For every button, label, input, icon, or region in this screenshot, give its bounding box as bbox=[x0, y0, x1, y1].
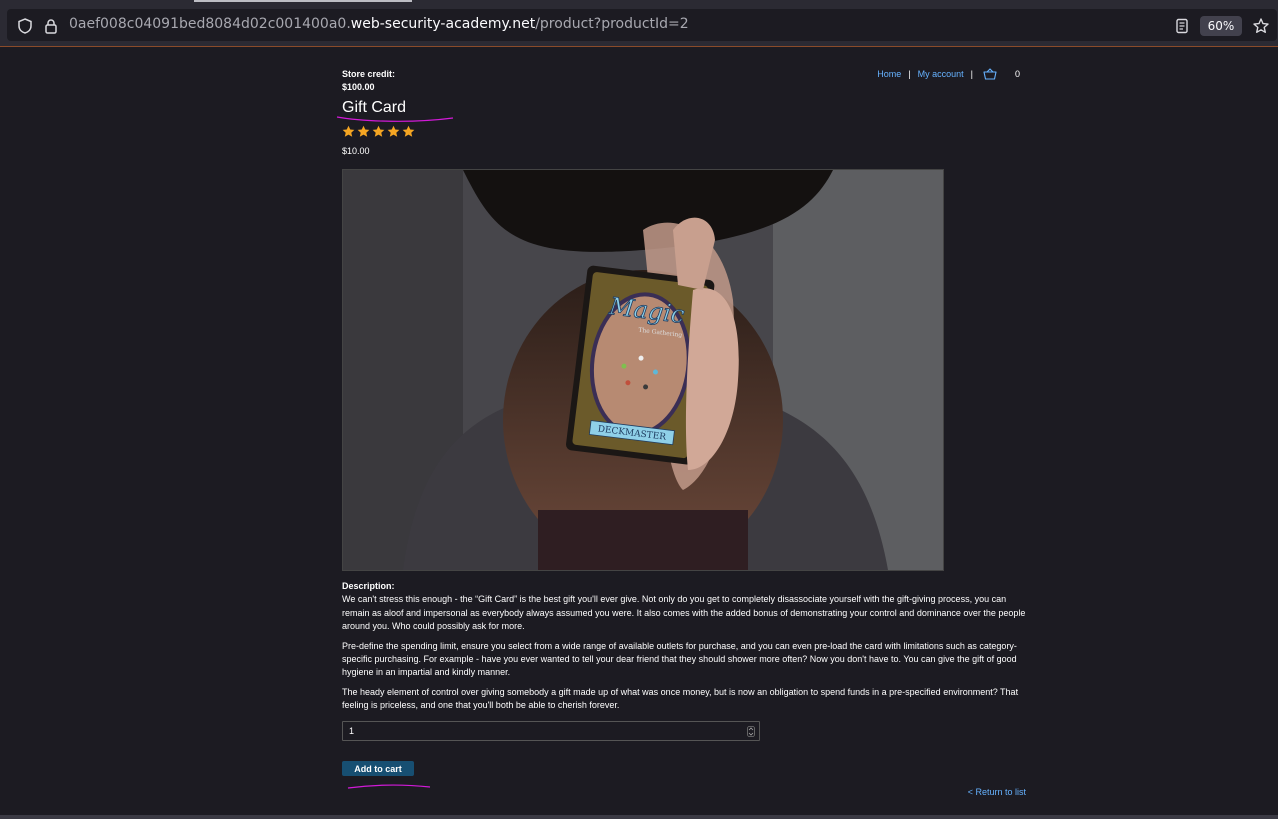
active-tab-indicator[interactable] bbox=[194, 0, 412, 2]
product-image: Magic The Gathering DECKMASTER bbox=[342, 169, 944, 571]
cart-icon[interactable] bbox=[983, 68, 997, 80]
zoom-level-badge[interactable]: 60% bbox=[1200, 16, 1242, 36]
nav-separator: | bbox=[908, 69, 911, 79]
store-credit-value: $100.00 bbox=[342, 82, 375, 92]
quantity-spinner-icon[interactable] bbox=[747, 726, 755, 737]
product-page: Store credit: $100.00 Home | My account … bbox=[336, 48, 1026, 815]
star-icon bbox=[402, 125, 415, 137]
browser-toolbar: 0aef008c04091bed8084d02c001400a0.web-sec… bbox=[0, 6, 1278, 46]
rating-stars bbox=[342, 125, 415, 138]
star-icon bbox=[342, 125, 355, 137]
url-subdomain: 0aef008c04091bed8084d02c001400a0. bbox=[69, 16, 351, 32]
store-credit: Store credit: $100.00 bbox=[342, 68, 395, 94]
bottom-strip bbox=[0, 815, 1278, 819]
description-paragraph: Pre-define the spending limit, ensure yo… bbox=[342, 640, 1017, 678]
lock-icon[interactable] bbox=[42, 17, 60, 35]
top-nav: Home | My account | 0 bbox=[877, 68, 1026, 80]
bookmark-star-icon[interactable] bbox=[1252, 17, 1270, 35]
url-text[interactable]: 0aef008c04091bed8084d02c001400a0.web-sec… bbox=[69, 16, 689, 32]
return-to-list-link[interactable]: < Return to list bbox=[968, 787, 1026, 797]
nav-separator: | bbox=[970, 69, 973, 79]
cart-count: 0 bbox=[1014, 69, 1020, 79]
store-credit-label: Store credit: bbox=[342, 69, 396, 79]
nav-home-link[interactable]: Home bbox=[877, 69, 901, 79]
product-price: $10.00 bbox=[342, 146, 370, 156]
star-icon bbox=[372, 125, 385, 137]
url-path: /product?productId=2 bbox=[535, 16, 689, 32]
quantity-input[interactable] bbox=[342, 721, 760, 741]
product-description: Description: We can't stress this enough… bbox=[342, 580, 1026, 719]
description-paragraph: We can't stress this enough - the “Gift … bbox=[342, 594, 1026, 632]
nav-my-account-link[interactable]: My account bbox=[918, 69, 964, 79]
annotation-underline-button bbox=[347, 784, 431, 789]
star-icon bbox=[357, 125, 370, 137]
description-label: Description: bbox=[342, 581, 395, 591]
url-bar[interactable]: 0aef008c04091bed8084d02c001400a0.web-sec… bbox=[7, 9, 1277, 41]
url-domain: web-security-academy.net bbox=[350, 16, 536, 32]
product-photo: Magic The Gathering DECKMASTER bbox=[343, 170, 943, 570]
shield-icon[interactable] bbox=[16, 17, 34, 35]
reader-view-icon[interactable] bbox=[1173, 17, 1191, 35]
description-paragraph: The heady element of control over giving… bbox=[342, 686, 1019, 711]
annotation-underline-title bbox=[336, 116, 454, 122]
add-to-cart-button[interactable]: Add to cart bbox=[342, 761, 414, 776]
toolbar-divider bbox=[0, 46, 1278, 47]
star-icon bbox=[387, 125, 400, 137]
